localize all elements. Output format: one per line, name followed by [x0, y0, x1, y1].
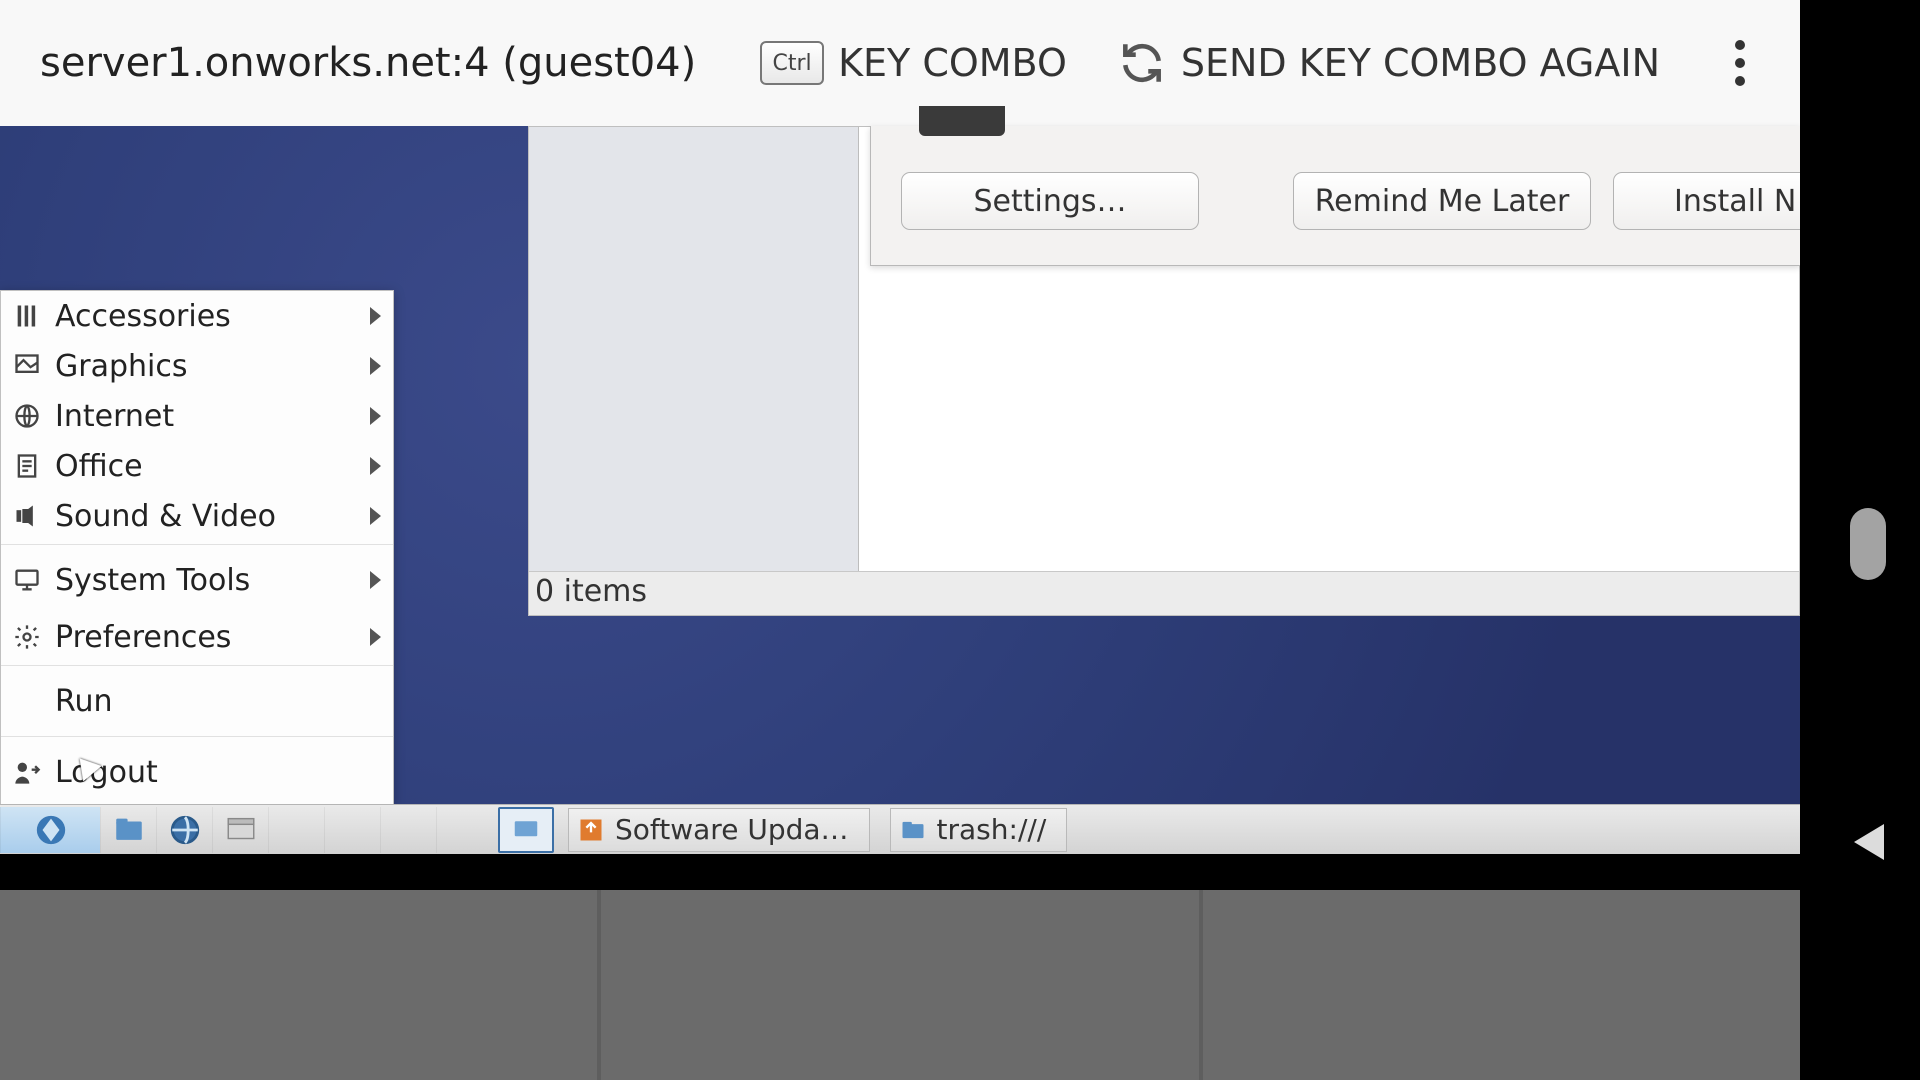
- menu-separator: [1, 544, 393, 545]
- menu-item-graphics[interactable]: Graphics: [1, 341, 393, 391]
- office-icon: [11, 450, 43, 482]
- bottom-segment[interactable]: [1199, 890, 1800, 1080]
- scrollbar-thumb[interactable]: [1850, 508, 1886, 580]
- chevron-right-icon: [370, 407, 381, 425]
- taskbar: Software Upda… trash:///: [0, 804, 1800, 854]
- menu-label: Preferences: [55, 620, 231, 655]
- refresh-icon: [1117, 38, 1167, 88]
- taskbar-task-trash[interactable]: trash:///: [890, 808, 1068, 852]
- chevron-right-icon: [370, 357, 381, 375]
- send-again-label: SEND KEY COMBO AGAIN: [1181, 41, 1660, 85]
- web-browser-launcher[interactable]: [156, 807, 212, 853]
- bottom-segment[interactable]: [597, 890, 1198, 1080]
- ctrl-key-icon: Ctrl: [760, 41, 824, 85]
- menu-label: Accessories: [55, 299, 231, 334]
- folder-icon: [899, 816, 927, 844]
- remote-desktop-area: 0 items Settings… Remind Me Later Instal…: [0, 126, 1800, 856]
- right-rail: [1800, 0, 1920, 862]
- menu-item-accessories[interactable]: Accessories: [1, 291, 393, 341]
- nav-back-icon[interactable]: [1854, 824, 1884, 860]
- start-menu-button[interactable]: [0, 807, 100, 853]
- menu-item-logout[interactable]: Logout: [1, 740, 393, 804]
- task-label: Software Upda…: [615, 813, 849, 846]
- chevron-right-icon: [370, 457, 381, 475]
- menu-label: System Tools: [55, 563, 250, 598]
- menu-label: Sound & Video: [55, 499, 276, 534]
- send-key-combo-again-button[interactable]: SEND KEY COMBO AGAIN: [1117, 38, 1660, 88]
- chevron-right-icon: [370, 628, 381, 646]
- chevron-right-icon: [370, 571, 381, 589]
- logout-icon: [11, 756, 43, 788]
- menu-label: Office: [55, 449, 143, 484]
- taskbar-slot: [268, 807, 324, 853]
- bottom-panel: [0, 890, 1800, 1080]
- more-menu-button[interactable]: [1720, 33, 1760, 93]
- host-toolbar: server1.onworks.net:4 (guest04) Ctrl KEY…: [0, 0, 1800, 126]
- key-combo-label: KEY COMBO: [838, 41, 1067, 85]
- remind-later-button[interactable]: Remind Me Later: [1293, 172, 1591, 230]
- status-item-count: 0 items: [535, 574, 647, 609]
- menu-label: Internet: [55, 399, 174, 434]
- software-updater-dialog[interactable]: Settings… Remind Me Later Install N: [870, 126, 1800, 266]
- menu-label: Logout: [55, 755, 158, 790]
- taskbar-slot: [324, 807, 380, 853]
- menu-item-office[interactable]: Office: [1, 441, 393, 491]
- file-manager-launcher[interactable]: [100, 807, 156, 853]
- menu-label: Graphics: [55, 349, 187, 384]
- dialog-icon: [919, 106, 1005, 136]
- graphics-icon: [11, 350, 43, 382]
- terminal-launcher[interactable]: [212, 807, 268, 853]
- file-manager-sidebar[interactable]: [529, 127, 859, 582]
- show-desktop-button[interactable]: [498, 807, 554, 853]
- menu-label: Run: [55, 684, 113, 719]
- application-menu: Accessories Graphics Internet: [0, 290, 394, 805]
- taskbar-task-software-updater[interactable]: Software Upda…: [568, 808, 870, 852]
- menu-item-system-tools[interactable]: System Tools: [1, 548, 393, 612]
- taskbar-slot: [436, 807, 492, 853]
- chevron-right-icon: [370, 307, 381, 325]
- install-now-label: Install N: [1674, 184, 1796, 219]
- menu-item-preferences[interactable]: Preferences: [1, 612, 393, 662]
- taskbar-slot: [380, 807, 436, 853]
- menu-separator: [1, 665, 393, 666]
- menu-separator: [1, 736, 393, 737]
- gear-icon: [11, 621, 43, 653]
- menu-item-run[interactable]: Run: [1, 669, 393, 733]
- monitor-icon: [11, 564, 43, 596]
- settings-button-label: Settings…: [973, 184, 1126, 219]
- updater-icon: [577, 816, 605, 844]
- globe-icon: [11, 400, 43, 432]
- desktop-wallpaper[interactable]: 0 items Settings… Remind Me Later Instal…: [0, 126, 1800, 806]
- blank-icon: [11, 685, 43, 717]
- menu-item-sound-video[interactable]: Sound & Video: [1, 491, 393, 541]
- remind-later-label: Remind Me Later: [1315, 184, 1570, 219]
- menu-item-internet[interactable]: Internet: [1, 391, 393, 441]
- bottom-segment[interactable]: [0, 890, 597, 1080]
- file-manager-statusbar: 0 items: [529, 571, 1799, 615]
- accessories-icon: [11, 300, 43, 332]
- sound-video-icon: [11, 500, 43, 532]
- task-label: trash:///: [937, 813, 1047, 846]
- session-title: server1.onworks.net:4 (guest04): [40, 40, 696, 86]
- key-combo-button[interactable]: Ctrl KEY COMBO: [760, 41, 1067, 85]
- chevron-right-icon: [370, 507, 381, 525]
- settings-button[interactable]: Settings…: [901, 172, 1199, 230]
